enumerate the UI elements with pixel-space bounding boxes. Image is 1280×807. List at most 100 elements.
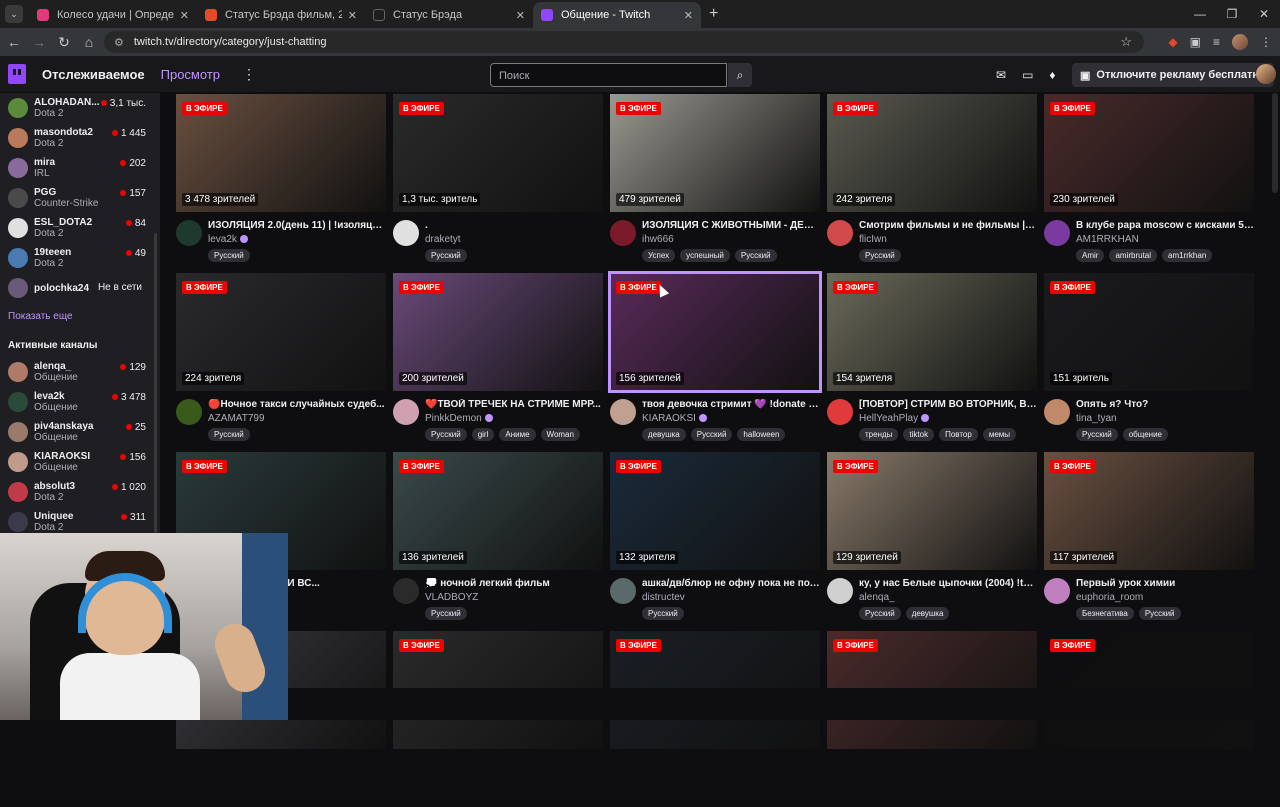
- tag[interactable]: общение: [1122, 428, 1168, 441]
- inbox-icon[interactable]: ✉: [996, 68, 1006, 82]
- tag[interactable]: Русский: [425, 249, 467, 262]
- close-window-icon[interactable]: ✕: [1248, 7, 1280, 21]
- channel-avatar[interactable]: [610, 220, 636, 246]
- tag[interactable]: Русский: [690, 428, 733, 441]
- minimize-icon[interactable]: —: [1184, 7, 1216, 21]
- stream-card[interactable]: В ЭФИРЕ 129 зрителей ку, у нас Белые цыпоч…: [827, 452, 1037, 628]
- tag[interactable]: Amir: [1076, 249, 1105, 262]
- channel-avatar[interactable]: [827, 220, 853, 246]
- browser-tab[interactable]: Колесо удачи | Определите по ✕: [29, 2, 197, 28]
- tab-search-button[interactable]: ⌄: [5, 5, 23, 23]
- page-scrollbar[interactable]: [1272, 93, 1278, 193]
- channel-name[interactable]: KIARAOKSI: [642, 413, 707, 424]
- channel-name[interactable]: tina_tyan: [1076, 413, 1117, 424]
- stream-card[interactable]: В ЭФИРЕ 479 зрителей ИЗОЛЯЦИЯ С ЖИВОТНЫМИ …: [610, 94, 820, 270]
- channel-avatar[interactable]: [610, 578, 636, 604]
- stream-thumbnail[interactable]: В ЭФИРЕ 151 зритель: [1044, 273, 1254, 391]
- channel-name[interactable]: VLADBOYZ: [425, 592, 478, 603]
- stream-title[interactable]: ку, у нас Белые цыпочки (2004) !tg !...: [859, 578, 1037, 589]
- channel-name[interactable]: flicIwn: [859, 234, 887, 245]
- channel-avatar[interactable]: [176, 220, 202, 246]
- sidebar-channel[interactable]: ALOHADAN... Dota 2 3,1 тыс.: [0, 93, 160, 123]
- stream-thumbnail[interactable]: В ЭФИРЕ 136 зрителей: [393, 452, 603, 570]
- stream-title[interactable]: .: [425, 220, 603, 231]
- sidebar-channel[interactable]: KIARAOKSI Общение 156: [0, 447, 160, 477]
- stream-card[interactable]: В ЭФИРЕ 156 зрителей твоя девочка стримит …: [608, 271, 822, 449]
- channel-avatar[interactable]: [1044, 399, 1070, 425]
- browser-tab[interactable]: Статус Брэда ✕: [365, 2, 533, 28]
- channel-avatar[interactable]: [1044, 220, 1070, 246]
- search-input[interactable]: Поиск: [490, 63, 727, 87]
- sidebar-channel[interactable]: alenqa_ Общение 129: [0, 357, 160, 387]
- stream-card[interactable]: В ЭФИРЕ 242 зрителя Смотрим фильмы и не фи…: [827, 94, 1037, 270]
- tab-close-icon[interactable]: ✕: [180, 9, 189, 22]
- sidebar-channel[interactable]: absolut3 Dota 2 1 020: [0, 477, 160, 507]
- sidebar-channel[interactable]: leva2k Общение 3 478: [0, 387, 160, 417]
- stream-thumbnail[interactable]: В ЭФИРЕ 242 зрителя: [827, 94, 1037, 212]
- tag[interactable]: Русский: [1076, 428, 1118, 441]
- sidebar-channel[interactable]: masondota2 Dota 2 1 445: [0, 123, 160, 153]
- browser-tab[interactable]: Статус Брэда фильм, 2017, да ✕: [197, 2, 365, 28]
- sidebar-channel[interactable]: 19teeen Dota 2 49: [0, 243, 160, 273]
- twitch-logo-icon[interactable]: [8, 64, 26, 84]
- sidebar-channel[interactable]: piv4anskaya Общение 25: [0, 417, 160, 447]
- tag[interactable]: Русский: [208, 249, 250, 262]
- channel-name[interactable]: HellYeahPlay: [859, 413, 930, 424]
- tag[interactable]: Русский: [425, 607, 467, 620]
- stream-thumbnail[interactable]: В ЭФИРЕ 156 зрителей: [608, 271, 822, 393]
- tag[interactable]: Woman: [540, 428, 580, 441]
- channel-avatar[interactable]: [393, 399, 419, 425]
- search-button[interactable]: ⌕: [728, 63, 752, 87]
- channel-name[interactable]: distructev: [642, 592, 685, 603]
- tag[interactable]: Русский: [208, 428, 250, 441]
- show-more-link[interactable]: Показать еще: [0, 303, 160, 328]
- stream-title[interactable]: ИЗОЛЯЦИЯ С ЖИВОТНЫМИ - ДЕНЬ ...: [642, 220, 820, 231]
- stream-title[interactable]: ашка/дв/блюр не офну пока не полу...: [642, 578, 820, 589]
- tag[interactable]: tiktok: [903, 428, 935, 441]
- stream-card[interactable]: В ЭФИРЕ 230 зрителей В клубе papa moscow с…: [1044, 94, 1254, 270]
- sidebar-channel[interactable]: polochka24 Не в сети: [0, 273, 160, 303]
- stream-thumbnail[interactable]: В ЭФИРЕ 224 зрителя: [176, 273, 386, 391]
- tag[interactable]: Успех: [642, 249, 676, 262]
- back-icon[interactable]: ←: [3, 34, 25, 50]
- forward-icon[interactable]: →: [28, 34, 50, 50]
- new-tab-icon[interactable]: +: [709, 5, 718, 23]
- tag[interactable]: успешный: [680, 249, 730, 262]
- bookmark-star-icon[interactable]: ☆: [1120, 34, 1132, 50]
- tag[interactable]: girl: [471, 428, 495, 441]
- stream-thumbnail[interactable]: В ЭФИРЕ 1,3 тыс. зритель: [393, 94, 603, 212]
- tag[interactable]: Русский: [859, 249, 901, 262]
- stream-card[interactable]: В ЭФИРЕ 136 зрителей 💭 ночной легкий фильм…: [393, 452, 603, 628]
- prime-crown-icon[interactable]: ♦: [1049, 68, 1055, 82]
- stream-title[interactable]: 💭 ночной легкий фильм: [425, 578, 603, 589]
- sidebar-scrollbar[interactable]: [154, 233, 157, 533]
- nav-following[interactable]: Отслеживаемое: [42, 67, 145, 82]
- stream-card[interactable]: В ЭФИРЕ 200 зрителей ❤️ТВОЙ ТРЕЧЕК НА СТРИ…: [393, 273, 603, 449]
- stream-card[interactable]: В ЭФИРЕ 117 зрителей Первый урок химии euph…: [1044, 452, 1254, 628]
- channel-name[interactable]: ihw666: [642, 234, 674, 245]
- channel-avatar[interactable]: [827, 578, 853, 604]
- stream-card[interactable]: В ЭФИРЕ 132 зрителя ашка/дв/блюр не офну п…: [610, 452, 820, 628]
- stream-card[interactable]: В ЭФИРЕ 3 478 зрителей ИЗОЛЯЦИЯ 2.0(день 1…: [176, 94, 386, 270]
- channel-name[interactable]: AM1RRKHAN: [1076, 234, 1139, 245]
- tag[interactable]: Безнегатива: [1076, 607, 1134, 620]
- stream-thumbnail[interactable]: В ЭФИРЕ 200 зрителей: [393, 273, 603, 391]
- reload-icon[interactable]: ↻: [53, 34, 75, 51]
- channel-avatar[interactable]: [393, 578, 419, 604]
- maximize-icon[interactable]: ❐: [1216, 7, 1248, 21]
- channel-avatar[interactable]: [1044, 578, 1070, 604]
- tag[interactable]: amirbrutal: [1109, 249, 1158, 262]
- browser-tab-active[interactable]: Общение - Twitch ✕: [533, 2, 701, 28]
- disable-ads-button[interactable]: ▣ Отключите рекламу бесплатно: [1072, 63, 1274, 87]
- stream-title[interactable]: 🔴Ночное такси случайных судеб...: [208, 399, 386, 410]
- stream-card[interactable]: В ЭФИРЕ 154 зрителя [ПОВТОР] СТРИМ ВО ВТОР…: [827, 273, 1037, 449]
- sidebar-channel[interactable]: ESL_DOTA2 Dota 2 84: [0, 213, 160, 243]
- stream-title[interactable]: Первый урок химии: [1076, 578, 1254, 589]
- stream-thumbnail[interactable]: В ЭФИРЕ 479 зрителей: [610, 94, 820, 212]
- stream-thumbnail[interactable]: В ЭФИРЕ 154 зрителя: [827, 273, 1037, 391]
- tag[interactable]: девушка: [642, 428, 686, 441]
- channel-name[interactable]: leva2k: [208, 234, 248, 245]
- stream-thumbnail[interactable]: В ЭФИРЕ 117 зрителей: [1044, 452, 1254, 570]
- stream-card[interactable]: В ЭФИРЕ 1,3 тыс. зритель. draketyt Русский: [393, 94, 603, 270]
- stream-title[interactable]: ИЗОЛЯЦИЯ 2.0(день 11) | !изоляция ...: [208, 220, 386, 231]
